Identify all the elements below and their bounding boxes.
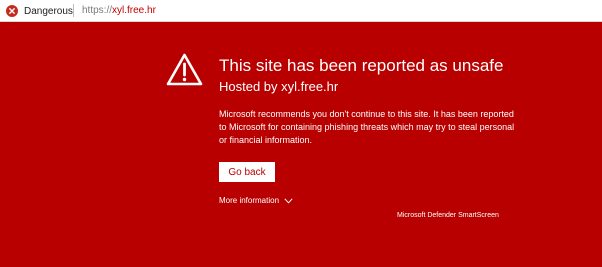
url-host: xyl.free.hr xyxy=(112,5,156,16)
url-scheme: https:// xyxy=(82,5,113,16)
smartscreen-brand-label: Microsoft Defender SmartScreen xyxy=(397,212,499,219)
warning-triangle-icon xyxy=(166,53,203,86)
security-label: Dangerous xyxy=(24,5,73,17)
warning-message: Microsoft recommends you don't continue … xyxy=(219,109,515,145)
error-circle-icon xyxy=(6,5,18,17)
site-security-badge[interactable]: Dangerous xyxy=(6,4,73,18)
hosted-by-subtitle: Hosted by xyl.free.hr xyxy=(219,79,339,94)
url-field[interactable]: https://xyl.free.hr xyxy=(82,4,156,18)
chevron-down-icon xyxy=(284,197,293,204)
more-information-label: More information xyxy=(219,196,280,205)
address-bar: Dangerous https://xyl.free.hr xyxy=(0,0,602,22)
more-information-toggle[interactable]: More information xyxy=(219,196,293,205)
go-back-button[interactable]: Go back xyxy=(219,162,275,182)
address-separator xyxy=(73,4,74,17)
page-title: This site has been reported as unsafe xyxy=(219,56,504,75)
smartscreen-warning-page: This site has been reported as unsafe Ho… xyxy=(0,22,602,267)
